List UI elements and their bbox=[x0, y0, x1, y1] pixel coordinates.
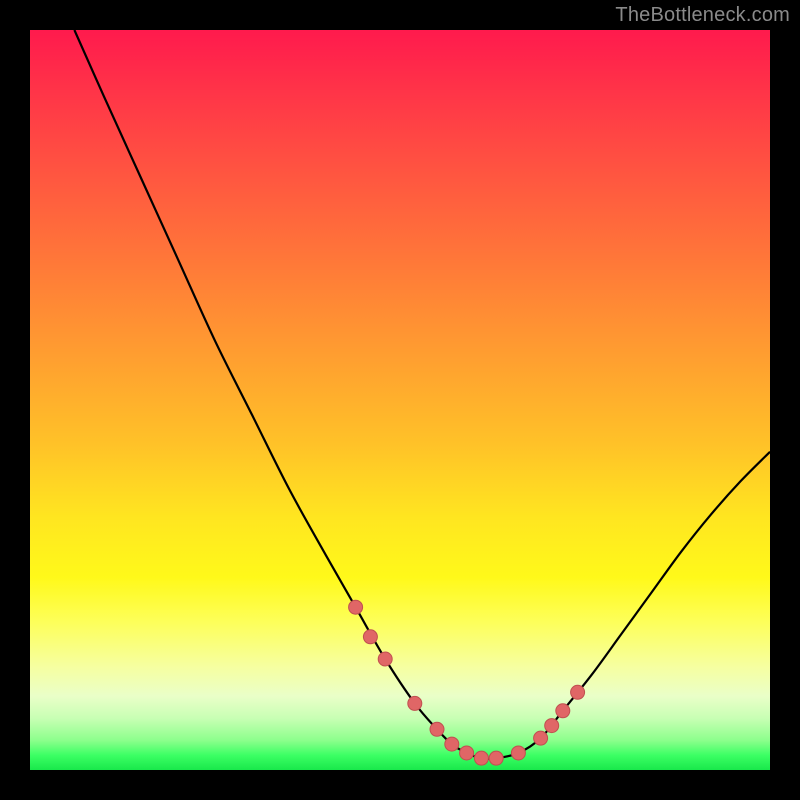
chart-frame: TheBottleneck.com bbox=[0, 0, 800, 800]
highlight-dot bbox=[556, 704, 570, 718]
highlight-dots-group bbox=[349, 600, 585, 765]
highlight-dot bbox=[349, 600, 363, 614]
highlight-dot bbox=[534, 731, 548, 745]
highlight-dot bbox=[460, 746, 474, 760]
highlight-dot bbox=[363, 630, 377, 644]
curve-svg bbox=[30, 30, 770, 770]
highlight-dot bbox=[511, 746, 525, 760]
highlight-dot bbox=[489, 751, 503, 765]
highlight-dot bbox=[474, 751, 488, 765]
highlight-dot bbox=[430, 722, 444, 736]
watermark-text: TheBottleneck.com bbox=[615, 4, 790, 27]
plot-area bbox=[30, 30, 770, 770]
highlight-dot bbox=[408, 696, 422, 710]
bottleneck-curve bbox=[74, 30, 770, 759]
highlight-dot bbox=[445, 737, 459, 751]
highlight-dot bbox=[545, 719, 559, 733]
highlight-dot bbox=[378, 652, 392, 666]
highlight-dot bbox=[571, 685, 585, 699]
